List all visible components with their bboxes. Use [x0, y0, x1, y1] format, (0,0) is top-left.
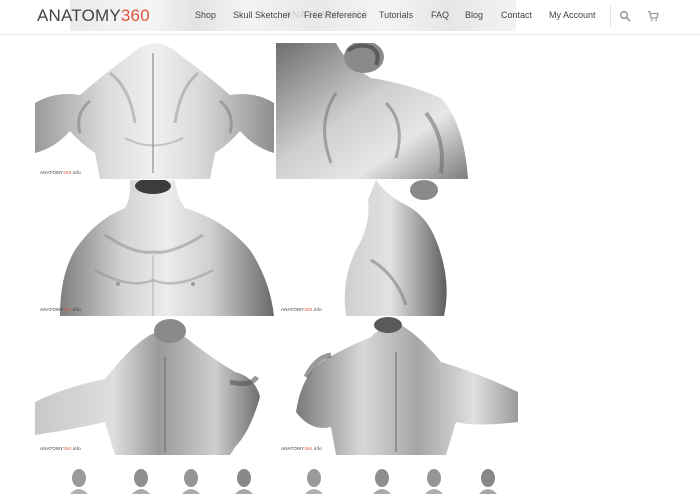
back-three-quarter-left-image	[35, 319, 260, 455]
search-icon[interactable]	[619, 10, 631, 22]
thumbnail-head[interactable]	[130, 469, 152, 494]
watermark: ANATOMY360.info	[40, 170, 81, 175]
thumbnail-head[interactable]	[68, 469, 90, 494]
gallery-tile-chest-front[interactable]: ANATOMY360.info	[35, 180, 274, 316]
thumbnail-head[interactable]	[303, 469, 325, 494]
thumbnail-head[interactable]	[180, 469, 202, 494]
watermark: ANATOMY360.info	[40, 307, 81, 312]
watermark: ANATOMY360.info	[40, 446, 81, 451]
back-three-quarter-right-image	[296, 317, 518, 455]
site-logo[interactable]: ANATOMY360	[37, 6, 150, 26]
chest-front-image	[60, 180, 274, 316]
watermark: ANATOMY360.info	[281, 446, 322, 451]
shoulder-side-image	[276, 43, 468, 179]
back-upper-image	[35, 43, 274, 179]
nav-item-shop[interactable]: Shop	[195, 10, 216, 20]
logo-number: 360	[120, 6, 150, 25]
thumbnail-head[interactable]	[477, 469, 499, 494]
thumbnail-head[interactable]	[233, 469, 255, 494]
nav-item-free-reference[interactable]: Free Reference	[304, 10, 367, 20]
thumbnail-head[interactable]	[423, 469, 445, 494]
side-profile-image	[344, 180, 447, 316]
thumbnail-head[interactable]	[371, 469, 393, 494]
gallery-tile-back-three-quarter-right[interactable]: ANATOMY360.info	[276, 317, 518, 455]
gallery-tile-shoulder-side[interactable]	[276, 43, 478, 179]
nav-item-skull-sketcher[interactable]: Skull Sketcher	[233, 10, 291, 20]
nav-item-blog[interactable]: Blog	[465, 10, 483, 20]
thumbnail-strip	[0, 465, 700, 494]
watermark: ANATOMY360.info	[281, 307, 322, 312]
nav-divider	[610, 6, 611, 26]
cart-icon[interactable]	[647, 10, 659, 22]
gallery-tile-back-upper[interactable]: ANATOMY360.info	[35, 43, 274, 179]
site-header: ANATOMY 360 ANATOMY360 Shop Skull Sketch…	[0, 0, 700, 35]
nav-item-my-account[interactable]: My Account	[549, 10, 596, 20]
nav-item-contact[interactable]: Contact	[501, 10, 532, 20]
nav-item-faq[interactable]: FAQ	[431, 10, 449, 20]
gallery-tile-back-three-quarter-left[interactable]: ANATOMY360.info	[35, 317, 274, 455]
gallery-tile-side-profile[interactable]: ANATOMY360.info	[276, 180, 452, 316]
logo-word: ANATOMY	[37, 6, 121, 25]
nav-item-tutorials[interactable]: Tutorials	[379, 10, 413, 20]
